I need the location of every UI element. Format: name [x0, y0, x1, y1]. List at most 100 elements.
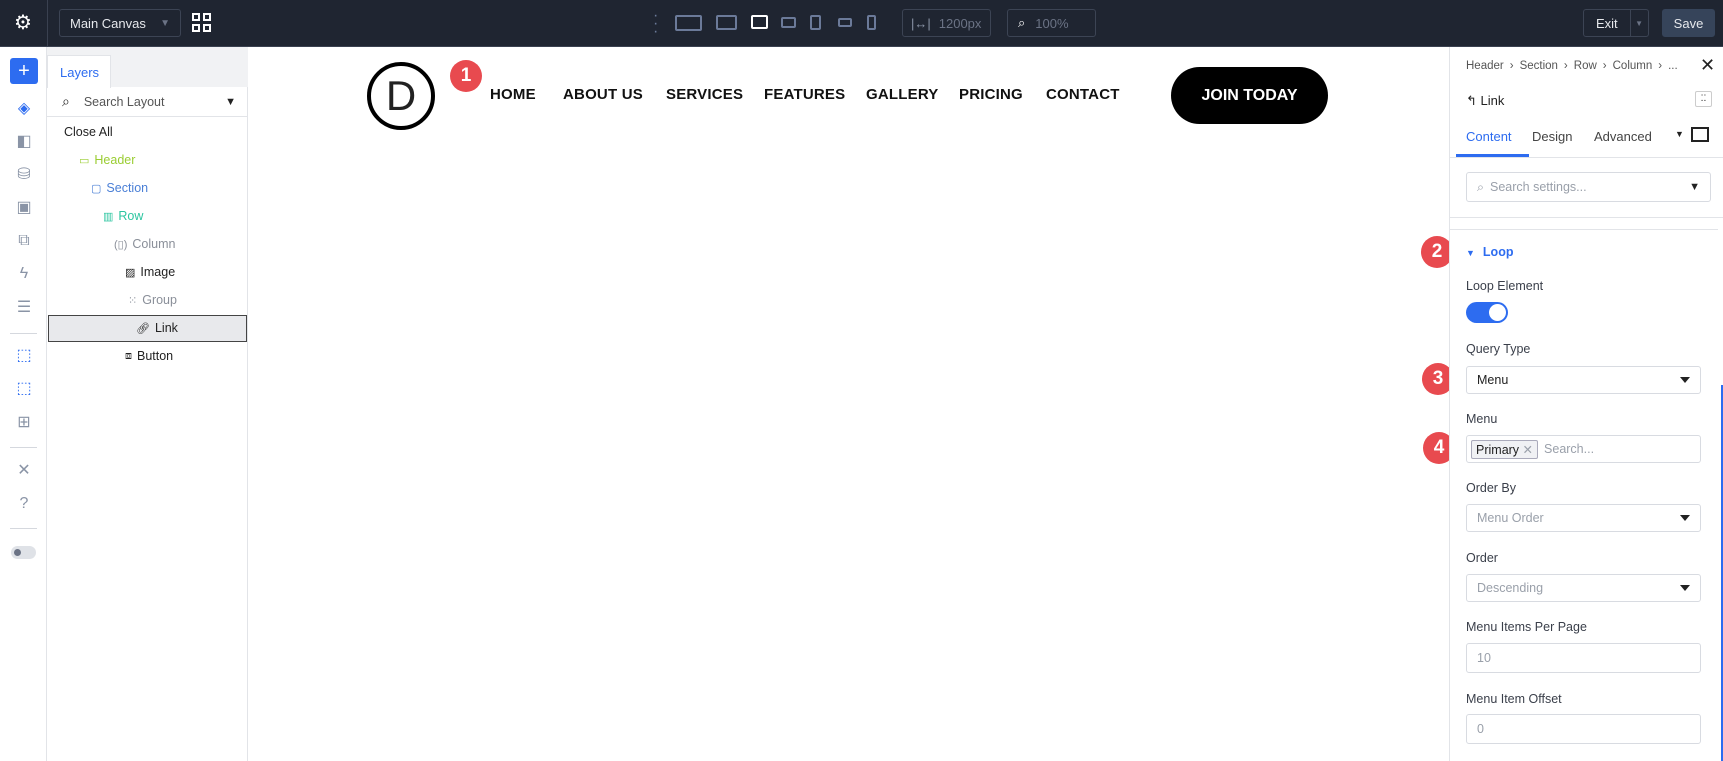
layer-group[interactable]: ⁙ Group [128, 293, 177, 307]
tab-design[interactable]: Design [1532, 129, 1572, 144]
tablet-icon[interactable] [810, 15, 821, 30]
close-icon[interactable]: ✕ [1700, 55, 1715, 76]
width-arrows-icon: |↔| [911, 15, 931, 31]
layer-section[interactable]: ▢ Section [91, 181, 148, 195]
help-icon[interactable]: ? [14, 494, 34, 514]
breadcrumb-item[interactable]: ... [1668, 60, 1678, 72]
column-icon: (▯) [114, 238, 128, 251]
offset-label: Menu Item Offset [1466, 692, 1562, 706]
layout-preview-icon[interactable]: ⊞ [14, 413, 34, 433]
tools-icon[interactable]: ✕ [14, 461, 34, 481]
layer-label: Column [132, 237, 176, 251]
back-arrow-icon[interactable]: ↰ [1466, 93, 1477, 108]
desktop-icon[interactable] [716, 15, 737, 30]
nav-home[interactable]: HOME [490, 86, 536, 103]
search-icon: ⌕ [1477, 179, 1485, 194]
canvas-select[interactable]: Main Canvas ▼ [59, 9, 181, 37]
exit-label: Exit [1596, 15, 1618, 31]
search-icon: ⌕ [62, 93, 70, 109]
search-layout-input[interactable]: ⌕ Search Layout ▼ [47, 87, 248, 117]
tab-layers[interactable]: Layers [47, 55, 111, 88]
phone-icon[interactable] [867, 15, 876, 30]
lightning-icon[interactable]: ϟ [14, 264, 34, 284]
settings-gear-icon[interactable]: ⚙ [14, 10, 32, 35]
filter-icon[interactable]: ▼ [225, 96, 236, 108]
nav-pricing[interactable]: PRICING [959, 86, 1023, 103]
query-type-label: Query Type [1466, 342, 1531, 356]
phone-landscape-icon[interactable] [838, 18, 852, 27]
exit-button[interactable]: Exit ▼ [1583, 9, 1649, 37]
per-page-input[interactable]: 10 [1466, 643, 1701, 673]
save-button[interactable]: Save [1662, 9, 1715, 37]
zoom-input[interactable]: ⌕ 100% [1007, 9, 1096, 37]
tablet-landscape-icon[interactable] [781, 17, 796, 28]
zoom-icon: ⌕ [1018, 15, 1026, 30]
layer-link[interactable]: 🔗︎ Link [136, 321, 178, 335]
pages-icon[interactable]: ⧉ [14, 231, 34, 251]
layers-icon[interactable]: ◈ [14, 99, 34, 119]
toggle-icon[interactable] [11, 546, 36, 559]
section-title: Loop [1482, 245, 1514, 259]
menu-tag-label: Primary [1476, 442, 1520, 457]
filter-icon[interactable]: ▼ [1689, 181, 1700, 193]
menu-label: Menu [1466, 412, 1498, 426]
offset-input[interactable]: 0 [1466, 714, 1701, 744]
header-icon: ▭ [79, 154, 90, 167]
tab-advanced[interactable]: Advanced [1594, 129, 1652, 144]
loop-element-label: Loop Element [1466, 279, 1544, 293]
breadcrumb-item[interactable]: Row [1574, 60, 1597, 72]
save-label: Save [1673, 15, 1704, 31]
order-select[interactable]: Descending [1466, 574, 1701, 602]
desktop-wide-icon[interactable] [675, 15, 702, 31]
add-icon[interactable]: + [10, 58, 38, 84]
grid-view-icon[interactable] [192, 13, 211, 32]
order-by-select[interactable]: Menu Order [1466, 504, 1701, 532]
responsive-view-icon[interactable] [1691, 127, 1709, 142]
tab-content[interactable]: Content [1466, 129, 1512, 144]
layer-image[interactable]: ▨ Image [125, 265, 175, 279]
nav-contact[interactable]: CONTACT [1046, 86, 1120, 103]
tabs-dropdown-icon[interactable]: ▼ [1675, 129, 1684, 139]
nav-gallery[interactable]: GALLERY [866, 86, 939, 103]
nav-features[interactable]: FEATURES [764, 86, 845, 103]
breadcrumb-item[interactable]: Header [1466, 60, 1504, 72]
close-all-button[interactable]: Close All [64, 125, 113, 139]
loop-section-toggle[interactable]: ▼ Loop [1466, 245, 1513, 259]
loop-element-toggle[interactable] [1466, 302, 1508, 323]
exit-chevron-icon[interactable]: ▼ [1635, 19, 1643, 28]
layer-column[interactable]: (▯) Column [114, 237, 175, 251]
button-icon: ⧈ [125, 349, 132, 362]
canvas-width-input[interactable]: |↔| 1200px [902, 9, 991, 37]
theme-builder-icon[interactable]: ☰ [14, 298, 34, 318]
select-element-icon[interactable]: ⬚ [14, 346, 34, 366]
divider [10, 528, 37, 529]
search-settings-input[interactable]: ⌕ Search settings... ▼ [1466, 172, 1711, 202]
layer-row[interactable]: ▥ Row [103, 209, 143, 223]
top-toolbar: ⚙ Main Canvas ▼ · · · |↔| 1200px ⌕ 100% Ex… [0, 0, 1723, 47]
layer-label: Group [142, 293, 177, 307]
panel-options-icon[interactable]: ⁚⁚ [1695, 91, 1712, 107]
join-today-button[interactable]: JOIN TODAY [1171, 67, 1328, 124]
nav-services[interactable]: SERVICES [666, 86, 743, 103]
layers-panel: Layers ⌕ Search Layout ▼ Close All ▭ Head… [47, 47, 248, 761]
order-by-value: Menu Order [1477, 511, 1544, 525]
chevron-down-icon: ▼ [160, 17, 170, 29]
layer-button[interactable]: ⧈ Button [125, 349, 173, 363]
breadcrumb-item[interactable]: Section [1520, 60, 1558, 72]
link-icon: 🔗︎ [136, 322, 150, 335]
nav-about-us[interactable]: ABOUT US [563, 86, 643, 103]
database-icon[interactable]: ⛁ [14, 165, 34, 185]
portability-icon[interactable]: ▣ [14, 198, 34, 218]
query-type-select[interactable]: Menu [1466, 366, 1701, 394]
site-logo[interactable]: D [367, 62, 435, 130]
select-multiple-icon[interactable]: ⬚ [14, 379, 34, 399]
left-icon-rail: + ◈ ◧ ⛁ ▣ ⧉ ϟ ☰ ⬚ ⬚ ⊞ ✕ ? [0, 47, 47, 761]
laptop-icon[interactable] [751, 15, 768, 29]
breadcrumb-item[interactable]: Column [1613, 60, 1653, 72]
layer-header[interactable]: ▭ Header [79, 153, 135, 167]
remove-tag-icon[interactable]: ✕ [1523, 443, 1533, 457]
design-library-icon[interactable]: ◧ [14, 132, 34, 152]
offset-value: 0 [1477, 722, 1484, 736]
more-dots-icon[interactable]: · · · [653, 8, 658, 40]
menu-tag-input[interactable]: Primary ✕ Search... [1466, 435, 1701, 463]
